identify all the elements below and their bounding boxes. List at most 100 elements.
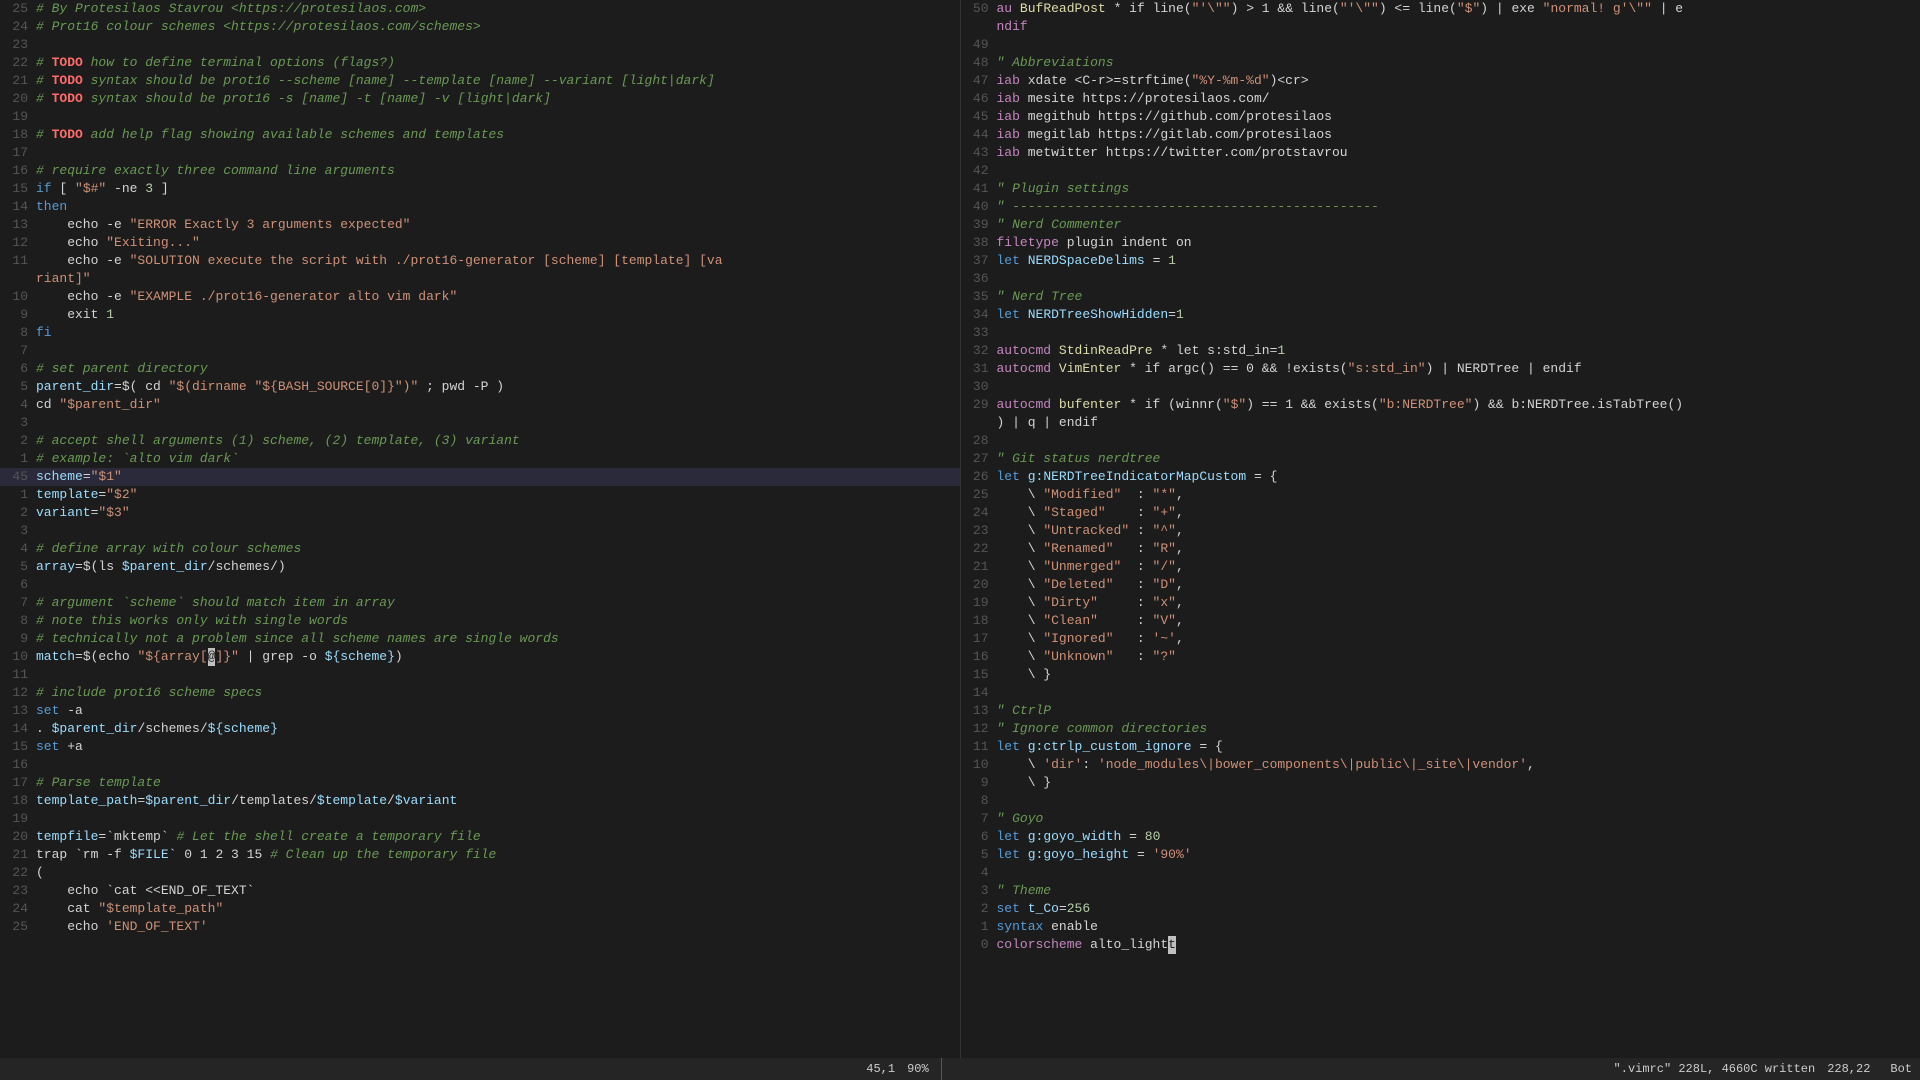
- table-row: ) | q | endif: [961, 414, 1920, 432]
- table-row: 9 exit 1: [0, 306, 960, 324]
- table-row: 24 # Prot16 colour schemes <https://prot…: [0, 18, 960, 36]
- table-row: 15 set +a: [0, 738, 960, 756]
- table-row: 3: [0, 414, 960, 432]
- table-row: 5 let g:goyo_height = '90%': [961, 846, 1920, 864]
- table-row: 7 " Goyo: [961, 810, 1920, 828]
- table-row: 42: [961, 162, 1920, 180]
- right-code-area[interactable]: 50 au BufReadPost * if line("'\"") > 1 &…: [961, 0, 1920, 1058]
- table-row: 30: [961, 378, 1920, 396]
- table-row: 20 \ "Deleted" : "D",: [961, 576, 1920, 594]
- right-position: 228,22: [1827, 1062, 1870, 1076]
- table-row: 33: [961, 324, 1920, 342]
- table-row: 45 scheme="$1": [0, 468, 960, 486]
- table-row: 17 \ "Ignored" : '~',: [961, 630, 1920, 648]
- table-row: 9 \ }: [961, 774, 1920, 792]
- table-row: 10 echo -e "EXAMPLE ./prot16-generator a…: [0, 288, 960, 306]
- right-pane: 50 au BufReadPost * if line("'\"") > 1 &…: [961, 0, 1920, 1058]
- table-row: 11: [0, 666, 960, 684]
- table-row: 10 \ 'dir': 'node_modules\|bower_compone…: [961, 756, 1920, 774]
- table-row: 21 # TODO syntax should be prot16 --sche…: [0, 72, 960, 90]
- table-row: 15 \ }: [961, 666, 1920, 684]
- table-row: 40 " -----------------------------------…: [961, 198, 1920, 216]
- left-pane: 25 # By Protesilaos Stavrou <https://pro…: [0, 0, 961, 1058]
- table-row: 43 iab metwitter https://twitter.com/pro…: [961, 144, 1920, 162]
- table-row: 22 \ "Renamed" : "R",: [961, 540, 1920, 558]
- table-row: 4 cd "$parent_dir": [0, 396, 960, 414]
- table-row: 24 cat "$template_path": [0, 900, 960, 918]
- table-row: 12 # include prot16 scheme specs: [0, 684, 960, 702]
- table-row: 5 array=$(ls $parent_dir/schemes/): [0, 558, 960, 576]
- table-row: 18 \ "Clean" : "V",: [961, 612, 1920, 630]
- table-row: 11 echo -e "SOLUTION execute the script …: [0, 252, 960, 270]
- table-row: 3: [0, 522, 960, 540]
- table-row: 17 # Parse template: [0, 774, 960, 792]
- table-row: 38 filetype plugin indent on: [961, 234, 1920, 252]
- table-row: 14: [961, 684, 1920, 702]
- table-row: 2 # accept shell arguments (1) scheme, (…: [0, 432, 960, 450]
- right-filename: ".vimrc" 228L, 4660C written: [1614, 1062, 1816, 1076]
- table-row: 28: [961, 432, 1920, 450]
- table-row: 31 autocmd VimEnter * if argc() == 0 && …: [961, 360, 1920, 378]
- table-row: 36: [961, 270, 1920, 288]
- left-status: 45,1 90%: [0, 1062, 941, 1076]
- table-row: 10 match=$(echo "${array[@]}" | grep -o …: [0, 648, 960, 666]
- table-row: 25 echo 'END_OF_TEXT': [0, 918, 960, 936]
- table-row: 49: [961, 36, 1920, 54]
- table-row: 19: [0, 810, 960, 828]
- table-row: 25 \ "Modified" : "*",: [961, 486, 1920, 504]
- left-code-area[interactable]: 25 # By Protesilaos Stavrou <https://pro…: [0, 0, 960, 1058]
- table-row: 14 then: [0, 198, 960, 216]
- table-row: 3 " Theme: [961, 882, 1920, 900]
- left-percent: 90%: [907, 1062, 929, 1076]
- table-row: 11 let g:ctrlp_custom_ignore = {: [961, 738, 1920, 756]
- table-row: 16: [0, 756, 960, 774]
- table-row: 6 let g:goyo_width = 80: [961, 828, 1920, 846]
- table-row: 6: [0, 576, 960, 594]
- table-row: 46 iab mesite https://protesilaos.com/: [961, 90, 1920, 108]
- vim-mode-bot: Bot: [1882, 1062, 1920, 1076]
- table-row: 5 parent_dir=$( cd "$(dirname "${BASH_SO…: [0, 378, 960, 396]
- table-row: 7: [0, 342, 960, 360]
- table-row: 13 " CtrlP: [961, 702, 1920, 720]
- table-row: 21 \ "Unmerged" : "/",: [961, 558, 1920, 576]
- table-row: 22 # TODO how to define terminal options…: [0, 54, 960, 72]
- table-row: 22 (: [0, 864, 960, 882]
- table-row: 44 iab megitlab https://gitlab.com/prote…: [961, 126, 1920, 144]
- right-status: ".vimrc" 228L, 4660C written 228,22: [942, 1062, 1883, 1076]
- table-row: 19: [0, 108, 960, 126]
- table-row: 4 # define array with colour schemes: [0, 540, 960, 558]
- table-row: 9 # technically not a problem since all …: [0, 630, 960, 648]
- table-row: 19 \ "Dirty" : "x",: [961, 594, 1920, 612]
- table-row: 2 variant="$3": [0, 504, 960, 522]
- table-row: 7 # argument `scheme` should match item …: [0, 594, 960, 612]
- table-row: 45 iab megithub https://github.com/prote…: [961, 108, 1920, 126]
- table-row: 20 # TODO syntax should be prot16 -s [na…: [0, 90, 960, 108]
- table-row: 39 " Nerd Commenter: [961, 216, 1920, 234]
- table-row: 16 # require exactly three command line …: [0, 162, 960, 180]
- table-row: 15 if [ "$#" -ne 3 ]: [0, 180, 960, 198]
- table-row: 4: [961, 864, 1920, 882]
- table-row: 12 " Ignore common directories: [961, 720, 1920, 738]
- table-row: 25 # By Protesilaos Stavrou <https://pro…: [0, 0, 960, 18]
- table-row: 1 template="$2": [0, 486, 960, 504]
- table-row: 27 " Git status nerdtree: [961, 450, 1920, 468]
- table-row: 8 fi: [0, 324, 960, 342]
- status-bar: 45,1 90% ".vimrc" 228L, 4660C written 22…: [0, 1058, 1920, 1080]
- table-row: riant]": [0, 270, 960, 288]
- table-row: 18 # TODO add help flag showing availabl…: [0, 126, 960, 144]
- table-row: 29 autocmd bufenter * if (winnr("$") == …: [961, 396, 1920, 414]
- table-row: ndif: [961, 18, 1920, 36]
- table-row: 18 template_path=$parent_dir/templates/$…: [0, 792, 960, 810]
- left-position: 45,1: [866, 1062, 895, 1076]
- table-row: 23 \ "Untracked" : "^",: [961, 522, 1920, 540]
- table-row: 1 syntax enable: [961, 918, 1920, 936]
- table-row: 0 colorscheme alto_lightt: [961, 936, 1920, 954]
- table-row: 50 au BufReadPost * if line("'\"") > 1 &…: [961, 0, 1920, 18]
- table-row: 35 " Nerd Tree: [961, 288, 1920, 306]
- table-row: 17: [0, 144, 960, 162]
- table-row: 32 autocmd StdinReadPre * let s:std_in=1: [961, 342, 1920, 360]
- table-row: 26 let g:NERDTreeIndicatorMapCustom = {: [961, 468, 1920, 486]
- table-row: 13 echo -e "ERROR Exactly 3 arguments ex…: [0, 216, 960, 234]
- editor-container: 25 # By Protesilaos Stavrou <https://pro…: [0, 0, 1920, 1058]
- table-row: 6 # set parent directory: [0, 360, 960, 378]
